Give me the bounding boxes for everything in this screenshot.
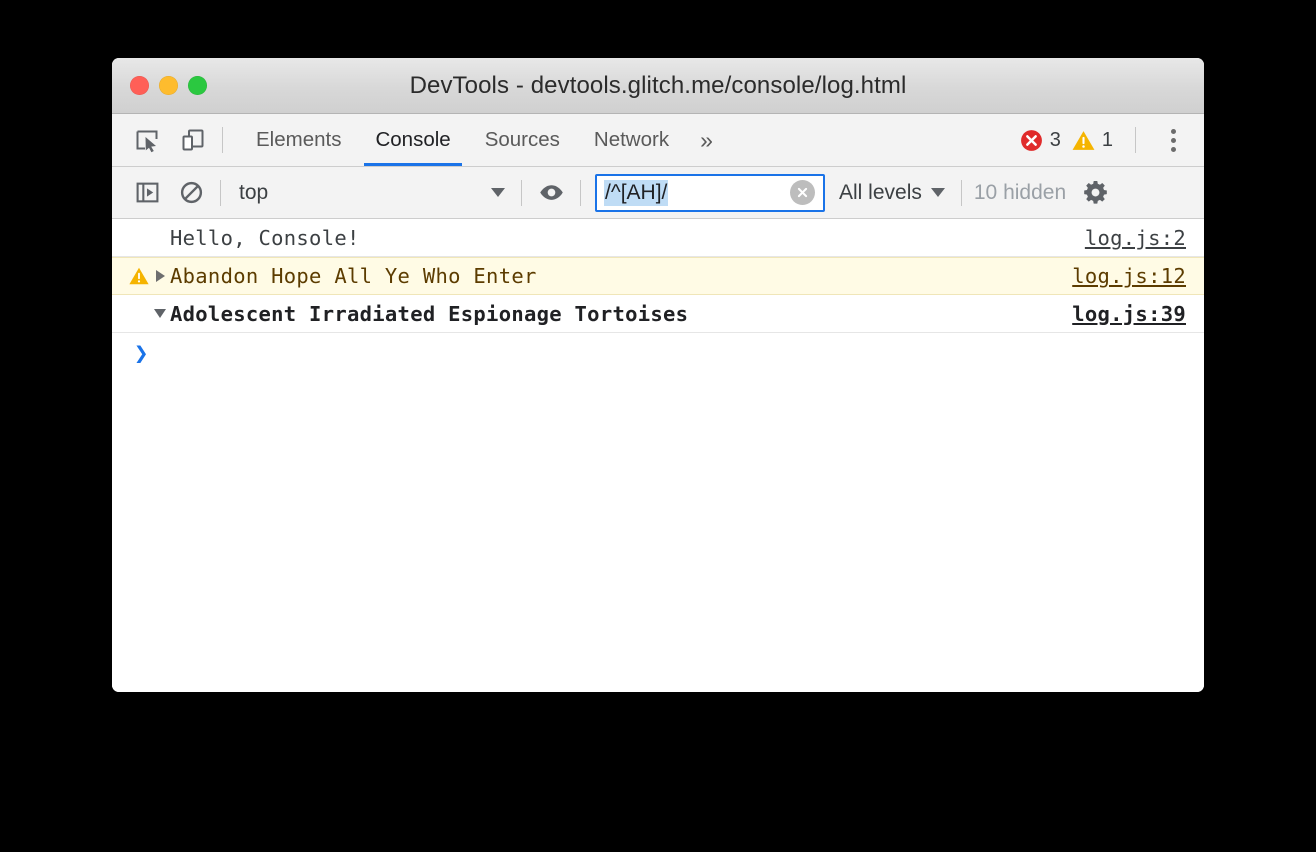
kebab-dot [1170,146,1176,152]
clear-console-button[interactable] [174,176,208,210]
chevron-down-icon [930,188,945,197]
chevron-down-icon [491,188,505,197]
console-message-source-link[interactable]: log.js:39 [1072,302,1186,326]
console-filter-input[interactable]: /^[AH]/ [595,173,825,212]
devtools-tabbar: Elements Console Sources Network » 3 1 [112,114,1204,167]
kebab-dot [1170,128,1176,134]
warning-triangle-icon [129,267,149,285]
more-tabs-label: » [700,126,713,153]
console-empty-area[interactable] [112,373,1204,692]
tab-console[interactable]: Console [358,114,467,166]
warning-count: 1 [1101,128,1113,151]
console-message-list: Hello, Console! log.js:2 Abandon Hope Al… [112,219,1204,333]
console-sidebar-toggle-icon [136,182,158,203]
chevron-down-icon [154,309,166,318]
inspect-element-button[interactable] [130,123,164,157]
console-message-row[interactable]: Hello, Console! log.js:2 [112,219,1204,257]
window-title: DevTools - devtools.glitch.me/console/lo… [409,71,907,99]
console-toolbar-divider-1 [220,179,221,206]
prompt-chevron-icon: ❯ [134,339,149,367]
console-body: Hello, Console! log.js:2 Abandon Hope Al… [112,219,1204,692]
console-settings-button[interactable] [1078,176,1112,210]
tabbar-divider [222,127,223,153]
hidden-messages-count: 10 hidden [973,180,1067,204]
close-window-button[interactable] [130,76,149,95]
tabbar-left-icons [112,123,210,157]
tab-sources-label: Sources [484,128,560,151]
clear-filter-icon [797,187,808,198]
log-level-label: All levels [839,180,922,204]
log-level-selector[interactable]: All levels [839,181,949,205]
chevron-right-icon [155,270,165,282]
console-filter-value: /^[AH]/ [604,179,669,206]
console-message-row[interactable]: Adolescent Irradiated Espionage Tortoise… [112,295,1204,333]
settings-gear-icon [1083,181,1107,204]
message-expand-toggle[interactable] [150,309,170,318]
devtools-tabs: Elements Console Sources Network » [239,114,727,166]
tabbar-right-group: 3 1 [1019,123,1204,157]
warning-triangle-icon [1072,130,1095,150]
tab-elements-label: Elements [256,128,342,151]
console-toolbar-divider-3 [580,179,581,206]
clear-filter-button[interactable] [790,180,815,205]
device-toolbar-icon [182,129,204,151]
warning-badge[interactable]: 1 [1071,128,1113,153]
error-badge[interactable]: 3 [1019,128,1061,153]
console-message-text: Hello, Console! [170,225,360,250]
live-expression-eye-icon [539,185,563,200]
clear-console-icon [180,181,202,204]
tabbar-right-divider [1135,127,1136,153]
tab-sources[interactable]: Sources [468,114,577,166]
console-sidebar-toggle-button[interactable] [130,176,164,210]
inspect-element-icon [136,130,158,153]
error-count: 3 [1049,128,1061,151]
error-circle-icon [1020,129,1042,151]
tab-console-label: Console [375,128,451,151]
console-prompt[interactable]: ❯ [112,333,1204,373]
window-titlebar: DevTools - devtools.glitch.me/console/lo… [112,58,1204,114]
message-expand-toggle[interactable] [150,270,170,282]
tab-network-label: Network [593,128,670,151]
console-message-row[interactable]: Abandon Hope All Ye Who Enter log.js:12 [112,257,1204,295]
console-toolbar-divider-4 [960,179,962,206]
kebab-dot [1170,137,1176,143]
console-message-text: Abandon Hope All Ye Who Enter [170,264,537,288]
console-toolbar: top /^[AH]/ All levels 10 hidden [112,167,1204,219]
more-tabs-button[interactable]: » [686,114,727,166]
devtools-menu-button[interactable] [1156,123,1190,157]
execution-context-selector[interactable]: top [239,176,509,210]
zoom-window-button[interactable] [188,76,207,95]
tab-elements[interactable]: Elements [239,114,358,166]
console-toolbar-divider-2 [521,179,522,206]
console-message-source-link[interactable]: log.js:2 [1085,226,1186,250]
message-level-icon-slot [128,265,150,287]
minimize-window-button[interactable] [159,76,178,95]
devtools-window: DevTools - devtools.glitch.me/console/lo… [112,58,1204,692]
tab-network[interactable]: Network [577,114,686,166]
console-message-text: Adolescent Irradiated Espionage Tortoise… [170,301,689,326]
device-toolbar-button[interactable] [176,123,210,157]
traffic-lights [130,58,207,113]
execution-context-label: top [239,180,269,204]
console-message-source-link[interactable]: log.js:12 [1072,264,1186,288]
live-expression-button[interactable] [534,176,568,210]
